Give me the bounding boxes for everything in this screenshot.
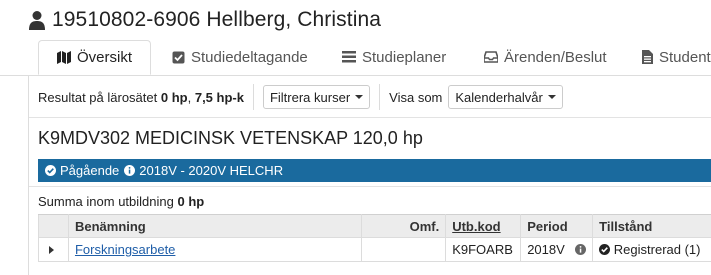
status-label: Pågående: [60, 163, 119, 178]
page-header: 19510802-6906 Hellberg, Christina: [28, 5, 381, 35]
column-header-benamning[interactable]: Benämning: [68, 215, 361, 238]
tab-label: Student: [659, 49, 711, 66]
map-icon: [57, 51, 71, 64]
column-header-tillstand[interactable]: Tillstånd: [593, 215, 711, 238]
course-name-cell: Forskningsarbete: [68, 238, 361, 262]
person-icon: [28, 10, 46, 30]
tab-label: Översikt: [77, 49, 132, 66]
tab-arenden[interactable]: Ärenden/Beslut: [484, 40, 607, 74]
column-header-period[interactable]: Period: [521, 215, 593, 238]
tab-label: Studiedeltagande: [191, 49, 308, 66]
tab-bar: Översikt Studiedeltagande Studieplaner Ä…: [0, 40, 711, 76]
tab-studieplaner[interactable]: Studieplaner: [342, 40, 446, 74]
status-cell: Registrerad (1): [593, 238, 711, 262]
column-header-utbkod[interactable]: Utb.kod: [446, 215, 521, 238]
divider: [29, 117, 711, 118]
education-summary: Summa inom utbildning 0 hp: [38, 194, 204, 209]
tab-studiedeltagande[interactable]: Studiedeltagande: [172, 40, 308, 74]
filter-bar: Resultat på lärosätet 0 hp, 7,5 hp-k Fil…: [38, 84, 563, 110]
caret-down-icon: [355, 95, 363, 99]
caret-right-icon: [49, 246, 54, 254]
divider: [253, 84, 254, 110]
list-icon: [342, 51, 356, 63]
omf-cell: [362, 238, 446, 262]
view-as-dropdown[interactable]: Kalenderhalvår: [448, 85, 562, 109]
program-title: K9MDV302 MEDICINSK VETENSKAP 120,0 hp: [38, 128, 423, 149]
course-table: Benämning Omf. Utb.kod Period Tillstånd …: [38, 214, 711, 262]
info-icon[interactable]: [575, 244, 586, 255]
tab-label: Ärenden/Beslut: [504, 49, 607, 66]
check-circle-icon: [45, 165, 56, 176]
page-title: 19510802-6906 Hellberg, Christina: [52, 8, 381, 32]
period-cell: 2018V: [521, 238, 593, 262]
divider: [29, 186, 711, 187]
expand-row-toggle[interactable]: [39, 238, 69, 262]
check-circle-icon: [599, 244, 610, 255]
inbox-icon: [484, 51, 498, 63]
program-status-bar: Pågående 2018V - 2020V HELCHR: [38, 159, 711, 182]
caret-down-icon: [548, 95, 556, 99]
checkbox-icon: [172, 51, 185, 64]
table-header-row: Benämning Omf. Utb.kod Period Tillstånd: [39, 215, 711, 238]
info-icon[interactable]: [124, 165, 135, 176]
divider: [379, 84, 380, 110]
course-link[interactable]: Forskningsarbete: [75, 242, 175, 257]
filter-courses-button[interactable]: Filtrera kurser: [263, 85, 370, 109]
view-as-label: Visa som: [389, 90, 442, 105]
file-icon: [642, 50, 653, 64]
expand-column-header: [39, 215, 69, 238]
tab-oversikt[interactable]: Översikt: [38, 40, 151, 75]
table-row: Forskningsarbete K9FOARB 2018V: [39, 238, 711, 262]
result-summary: Resultat på lärosätet 0 hp, 7,5 hp-k: [38, 90, 244, 105]
tab-student[interactable]: Student: [642, 40, 711, 74]
tab-label: Studieplaner: [362, 49, 446, 66]
program-period: 2018V - 2020V HELCHR: [139, 163, 283, 178]
column-header-omf[interactable]: Omf.: [362, 215, 446, 238]
utbkod-cell: K9FOARB: [446, 238, 521, 262]
